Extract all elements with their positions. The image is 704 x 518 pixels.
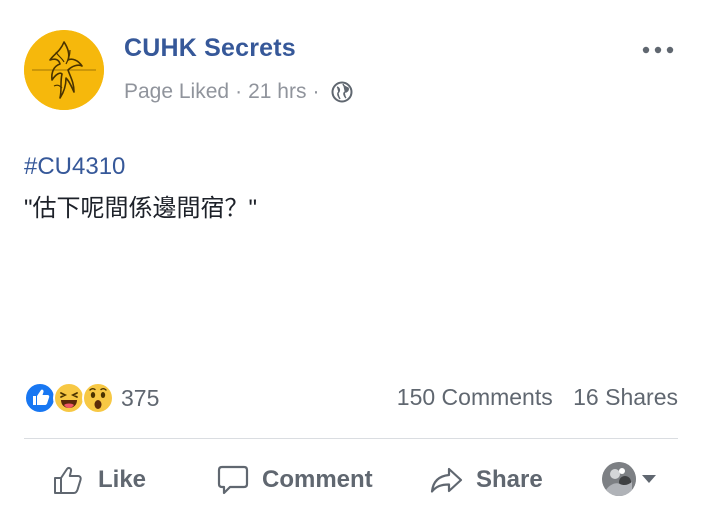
comments-count-link[interactable]: 150 Comments (397, 384, 553, 410)
wow-reaction-icon (82, 382, 114, 414)
meta-separator: · (235, 80, 243, 103)
thumbs-up-icon (54, 466, 82, 494)
share-arrow-icon (430, 467, 463, 493)
shares-count-link[interactable]: 16 Shares (573, 384, 678, 410)
share-label: Share (476, 466, 543, 493)
feed-post: CUHK Secrets Page Liked · 21 hrs · #CU43… (0, 0, 704, 518)
like-button[interactable]: Like (52, 460, 146, 500)
share-button[interactable]: Share (430, 460, 543, 500)
comment-label: Comment (262, 466, 373, 493)
phoenix-logo-icon (24, 30, 104, 110)
comment-button[interactable]: Comment (216, 460, 373, 500)
reaction-count: 375 (121, 384, 160, 411)
globe-icon[interactable] (331, 81, 353, 103)
post-text: "估下呢間係邊間宿？" (24, 195, 258, 222)
chevron-down-icon (642, 475, 656, 483)
divider (24, 438, 678, 439)
page-liked-status: Page Liked (124, 80, 230, 103)
comment-icon (217, 465, 249, 495)
more-options-icon[interactable] (640, 40, 676, 60)
page-name-link[interactable]: CUHK Secrets (124, 34, 296, 63)
engagement-summary: 150 Comments 16 Shares (397, 384, 678, 411)
user-avatar (602, 462, 636, 496)
page-avatar[interactable] (24, 30, 104, 110)
post-timestamp[interactable]: 21 hrs (248, 80, 306, 104)
haha-reaction-icon (53, 382, 85, 414)
like-label: Like (98, 466, 147, 493)
like-reaction-icon (24, 382, 56, 414)
user-avatar-icon (602, 462, 636, 496)
audience-selector[interactable] (602, 462, 656, 496)
reactions-summary[interactable]: 375 (24, 382, 159, 414)
meta-separator: · (312, 80, 320, 103)
hashtag-link[interactable]: #CU4310 (24, 153, 125, 181)
post-meta: Page Liked · 21 hrs · (124, 80, 353, 104)
